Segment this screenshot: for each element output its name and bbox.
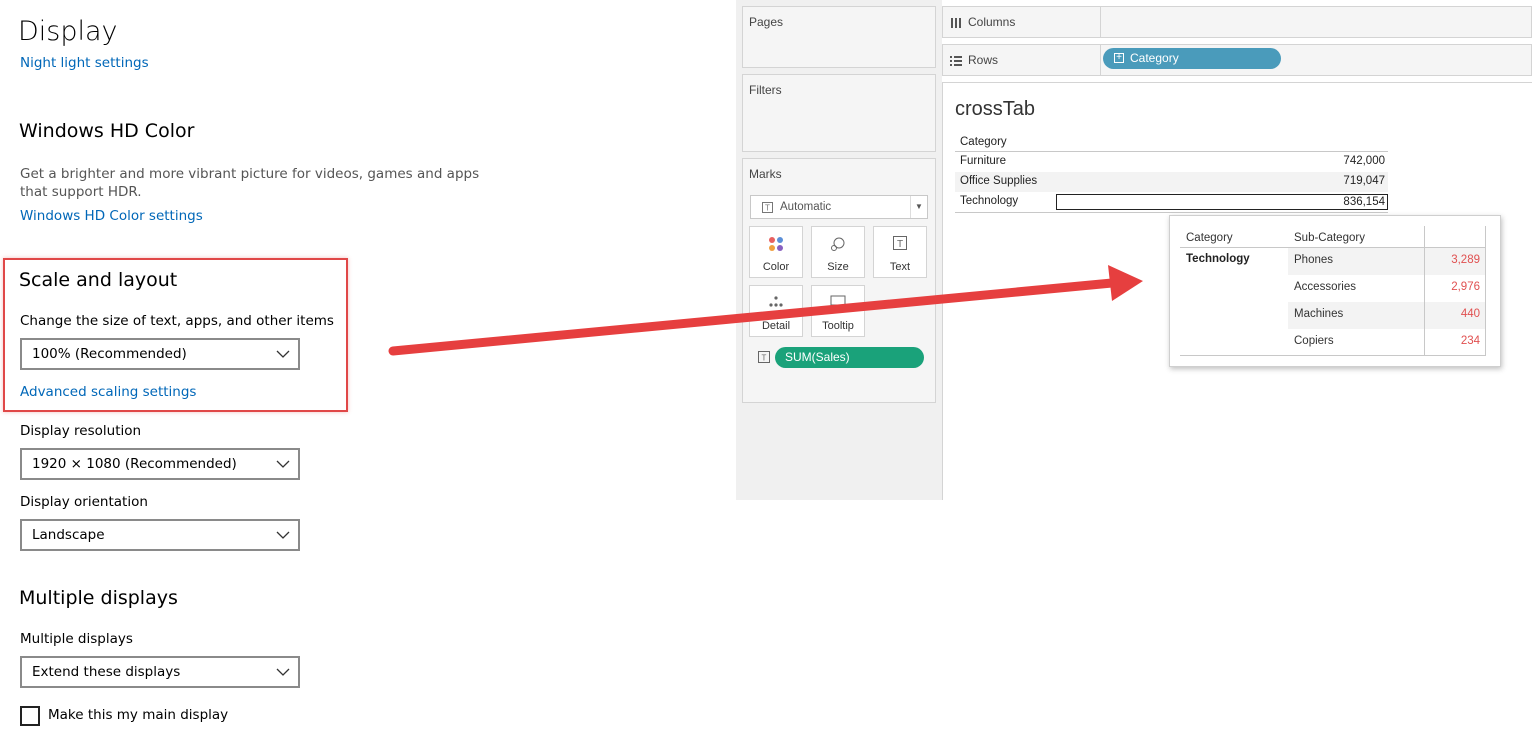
text-mark-label: Text bbox=[889, 261, 911, 273]
color-icon bbox=[769, 237, 783, 251]
popup-value: 3,289 bbox=[1451, 254, 1480, 266]
text-encoding-icon: T bbox=[758, 351, 770, 363]
popup-column-rule bbox=[1424, 226, 1425, 356]
crosstab-header-category: Category bbox=[960, 136, 1007, 148]
marks-card: Marks T Automatic ▼ Color Size T Text De… bbox=[742, 158, 936, 403]
chevron-down-icon bbox=[276, 350, 290, 358]
popup-value: 440 bbox=[1460, 308, 1480, 320]
multiple-displays-dropdown-value: Extend these displays bbox=[32, 664, 181, 680]
row-value: 719,047 bbox=[1343, 175, 1385, 187]
caret-down-icon: ▼ bbox=[910, 196, 927, 218]
row-category: Furniture bbox=[960, 155, 1007, 167]
resolution-dropdown-value: 1920 × 1080 (Recommended) bbox=[32, 456, 237, 472]
page-title: Display bbox=[18, 16, 118, 47]
popup-subcategory: Copiers bbox=[1294, 335, 1334, 347]
main-display-checkbox[interactable] bbox=[20, 706, 40, 726]
color-mark-label: Color bbox=[762, 261, 790, 273]
hd-color-settings-link[interactable]: Windows HD Color settings bbox=[20, 208, 203, 224]
chevron-down-icon bbox=[276, 668, 290, 676]
pages-card-title: Pages bbox=[749, 15, 784, 29]
resolution-label: Display resolution bbox=[20, 423, 142, 439]
orientation-dropdown-value: Landscape bbox=[32, 527, 105, 543]
advanced-scaling-link[interactable]: Advanced scaling settings bbox=[20, 384, 196, 400]
mark-type-dropdown[interactable]: T Automatic ▼ bbox=[750, 195, 928, 219]
popup-value: 2,976 bbox=[1451, 281, 1480, 293]
multiple-displays-dropdown[interactable]: Extend these displays bbox=[20, 656, 300, 688]
filters-card[interactable]: Filters bbox=[742, 74, 936, 152]
row-category: Office Supplies bbox=[960, 175, 1038, 187]
popup-category: Technology bbox=[1186, 253, 1250, 265]
size-mark-button[interactable]: Size bbox=[811, 226, 865, 278]
sheet-title: crossTab bbox=[955, 98, 1036, 120]
multiple-displays-label: Multiple displays bbox=[20, 631, 133, 647]
table-row[interactable]: Office Supplies 719,047 bbox=[955, 172, 1388, 192]
orientation-dropdown[interactable]: Landscape bbox=[20, 519, 300, 551]
text-mark-icon: T bbox=[762, 202, 773, 213]
text-icon: T bbox=[893, 236, 907, 250]
popup-bottom-rule bbox=[1180, 355, 1485, 356]
shelf-divider bbox=[1100, 45, 1101, 75]
scale-layout-heading: Scale and layout bbox=[19, 269, 178, 291]
shelf-divider bbox=[1100, 7, 1101, 37]
mark-type-value: Automatic bbox=[780, 201, 832, 213]
rows-icon bbox=[950, 56, 962, 66]
columns-shelf[interactable]: Columns bbox=[942, 6, 1532, 38]
scale-dropdown[interactable]: 100% (Recommended) bbox=[20, 338, 300, 370]
rows-shelf[interactable]: Rows + Category bbox=[942, 44, 1532, 76]
svg-text:T: T bbox=[765, 204, 770, 213]
filters-card-title: Filters bbox=[749, 83, 782, 97]
hd-color-description: Get a brighter and more vibrant picture … bbox=[20, 166, 480, 200]
text-mark-button[interactable]: T Text bbox=[873, 226, 927, 278]
popup-header-rule bbox=[1180, 247, 1485, 248]
popup-header-category: Category bbox=[1186, 232, 1233, 244]
scale-label: Change the size of text, apps, and other… bbox=[20, 313, 334, 329]
left-pane: Pages Filters Marks T Automatic ▼ Color bbox=[736, 0, 942, 500]
pages-card[interactable]: Pages bbox=[742, 6, 936, 68]
detail-icon bbox=[769, 296, 783, 307]
detail-mark-button[interactable]: Detail bbox=[749, 285, 803, 337]
size-icon bbox=[831, 237, 845, 251]
size-mark-label: Size bbox=[827, 261, 849, 273]
sum-sales-pill[interactable]: SUM(Sales) bbox=[775, 347, 924, 368]
multiple-displays-heading: Multiple displays bbox=[19, 587, 178, 609]
tooltip-mark-label: Tooltip bbox=[822, 320, 854, 332]
expand-plus-icon: + bbox=[1114, 53, 1124, 63]
category-pill-label: Category bbox=[1130, 51, 1179, 65]
resolution-dropdown[interactable]: 1920 × 1080 (Recommended) bbox=[20, 448, 300, 480]
table-row[interactable]: Furniture 742,000 bbox=[955, 152, 1388, 172]
row-category: Technology bbox=[960, 195, 1019, 207]
row-value: 836,154 bbox=[1343, 196, 1385, 208]
marks-card-title: Marks bbox=[749, 167, 782, 181]
scale-dropdown-value: 100% (Recommended) bbox=[32, 346, 187, 362]
popup-value: 234 bbox=[1460, 335, 1480, 347]
popup-subcategory: Phones bbox=[1294, 254, 1334, 266]
chevron-down-icon bbox=[276, 460, 290, 468]
columns-shelf-label: Columns bbox=[968, 15, 1016, 29]
svg-text:T: T bbox=[762, 354, 767, 363]
screenshot-root: Display Night light settings Windows HD … bbox=[0, 0, 1532, 743]
table-bottom-rule bbox=[955, 212, 1388, 213]
drilldown-popup: Category Sub-Category Technology Phones … bbox=[1169, 215, 1501, 367]
popup-column-rule bbox=[1485, 226, 1486, 356]
hd-color-heading: Windows HD Color bbox=[19, 120, 195, 142]
columns-icon bbox=[951, 18, 961, 28]
night-light-settings-link[interactable]: Night light settings bbox=[20, 55, 149, 71]
popup-subcategory: Machines bbox=[1294, 308, 1344, 320]
row-value: 742,000 bbox=[1343, 155, 1385, 167]
selected-cell[interactable]: 836,154 bbox=[1056, 194, 1388, 210]
tooltip-mark-button[interactable]: Tooltip bbox=[811, 285, 865, 337]
tooltip-icon bbox=[830, 295, 846, 309]
category-pill[interactable]: + Category bbox=[1103, 48, 1281, 69]
rows-shelf-label: Rows bbox=[968, 53, 999, 67]
detail-mark-label: Detail bbox=[761, 320, 791, 332]
orientation-label: Display orientation bbox=[20, 494, 148, 510]
main-display-checkbox-label: Make this my main display bbox=[48, 707, 229, 723]
popup-header-subcategory: Sub-Category bbox=[1294, 232, 1365, 244]
windows-display-settings: Display Night light settings Windows HD … bbox=[0, 0, 736, 743]
table-row[interactable]: Technology 836,154 bbox=[955, 192, 1388, 212]
svg-text:T: T bbox=[897, 239, 903, 250]
chevron-down-icon bbox=[276, 531, 290, 539]
popup-subcategory: Accessories bbox=[1294, 281, 1356, 293]
color-mark-button[interactable]: Color bbox=[749, 226, 803, 278]
